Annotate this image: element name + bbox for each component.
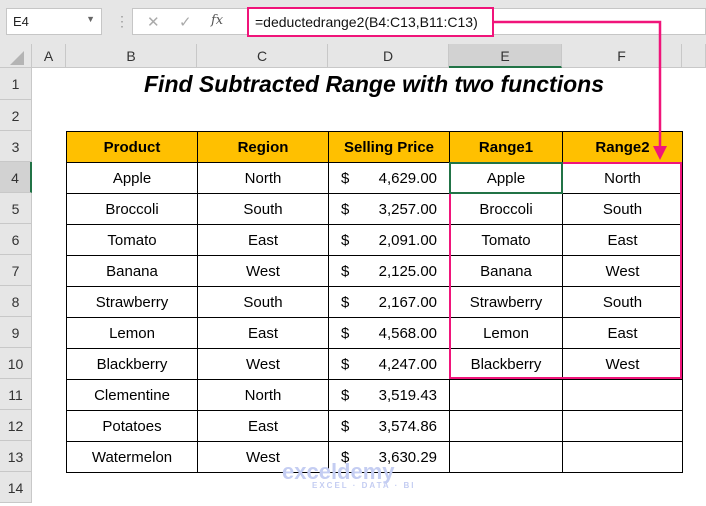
exceldemy-watermark: exceldemy EXCEL · DATA · BI bbox=[282, 459, 415, 490]
annotation-arrow bbox=[494, 20, 667, 160]
watermark-tagline: EXCEL · DATA · BI bbox=[312, 481, 416, 490]
